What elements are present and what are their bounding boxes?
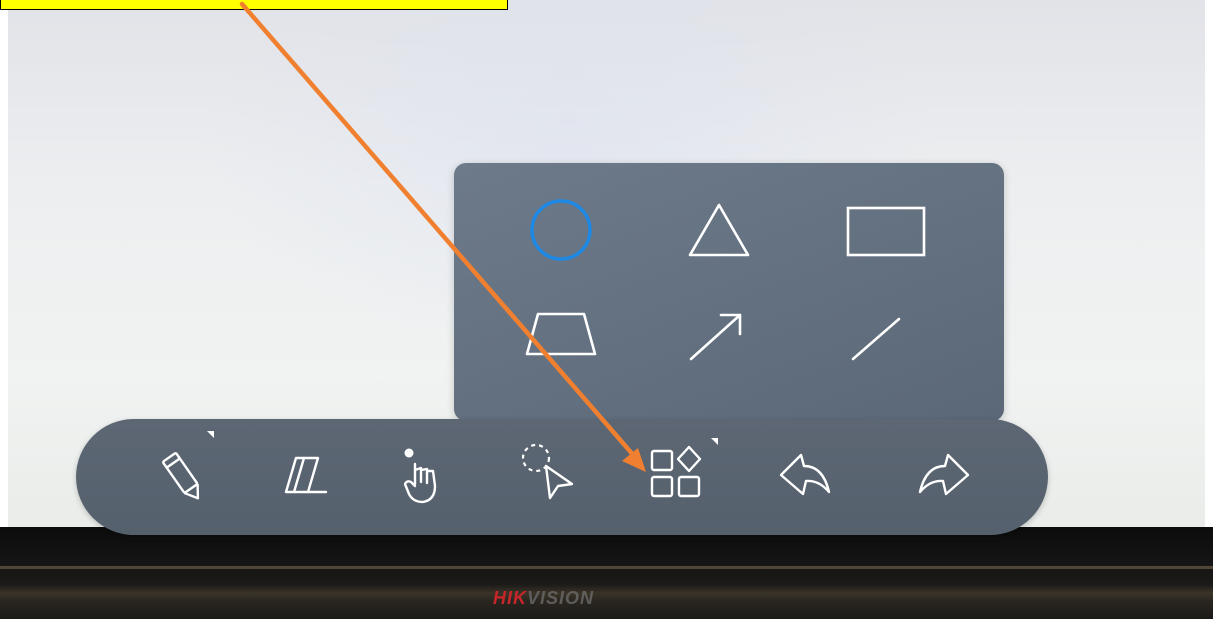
- shape-circle-button[interactable]: [506, 185, 616, 275]
- brand-logo-part1: HIK: [493, 588, 527, 608]
- undo-icon: [779, 453, 831, 496]
- eraser-icon: [284, 456, 328, 494]
- rectangle-icon: [846, 206, 926, 257]
- photo-frame: HIKVISION: [0, 0, 1213, 619]
- bottom-toolbar: [76, 419, 1048, 535]
- line-icon: [851, 317, 901, 361]
- lasso-select-icon: [521, 443, 574, 500]
- shapes-icon: [650, 445, 702, 498]
- redo-button[interactable]: [898, 436, 978, 516]
- caption-box: [0, 0, 508, 10]
- shapes-panel: [454, 163, 1004, 421]
- redo-icon: [918, 453, 970, 496]
- circle-icon: [530, 199, 592, 261]
- shape-triangle-button[interactable]: [667, 185, 777, 275]
- trapezoid-icon: [525, 312, 597, 356]
- shape-rectangle-button[interactable]: [828, 185, 938, 275]
- shape-line-button[interactable]: [828, 290, 938, 380]
- pen-tool-button[interactable]: [143, 431, 223, 515]
- hand-tool-button[interactable]: [387, 436, 467, 516]
- lasso-select-tool-button[interactable]: [510, 434, 590, 514]
- pen-submenu-indicator: [207, 431, 214, 438]
- bezel-rim: [0, 566, 1213, 569]
- hand-pointer-icon: [403, 448, 437, 504]
- arrow-icon: [689, 313, 742, 361]
- undo-button[interactable]: [771, 436, 851, 516]
- eraser-tool-button[interactable]: [266, 436, 346, 516]
- brand-logo: HIKVISION: [493, 588, 594, 609]
- shape-trapezoid-button[interactable]: [506, 290, 616, 380]
- shapes-tool-button[interactable]: [640, 435, 720, 515]
- brand-logo-part2: VISION: [527, 588, 595, 608]
- shapes-submenu-indicator: [711, 438, 718, 445]
- triangle-icon: [688, 203, 750, 257]
- shape-arrow-button[interactable]: [667, 290, 777, 380]
- pen-icon: [162, 452, 200, 500]
- monitor-bezel: [0, 527, 1213, 619]
